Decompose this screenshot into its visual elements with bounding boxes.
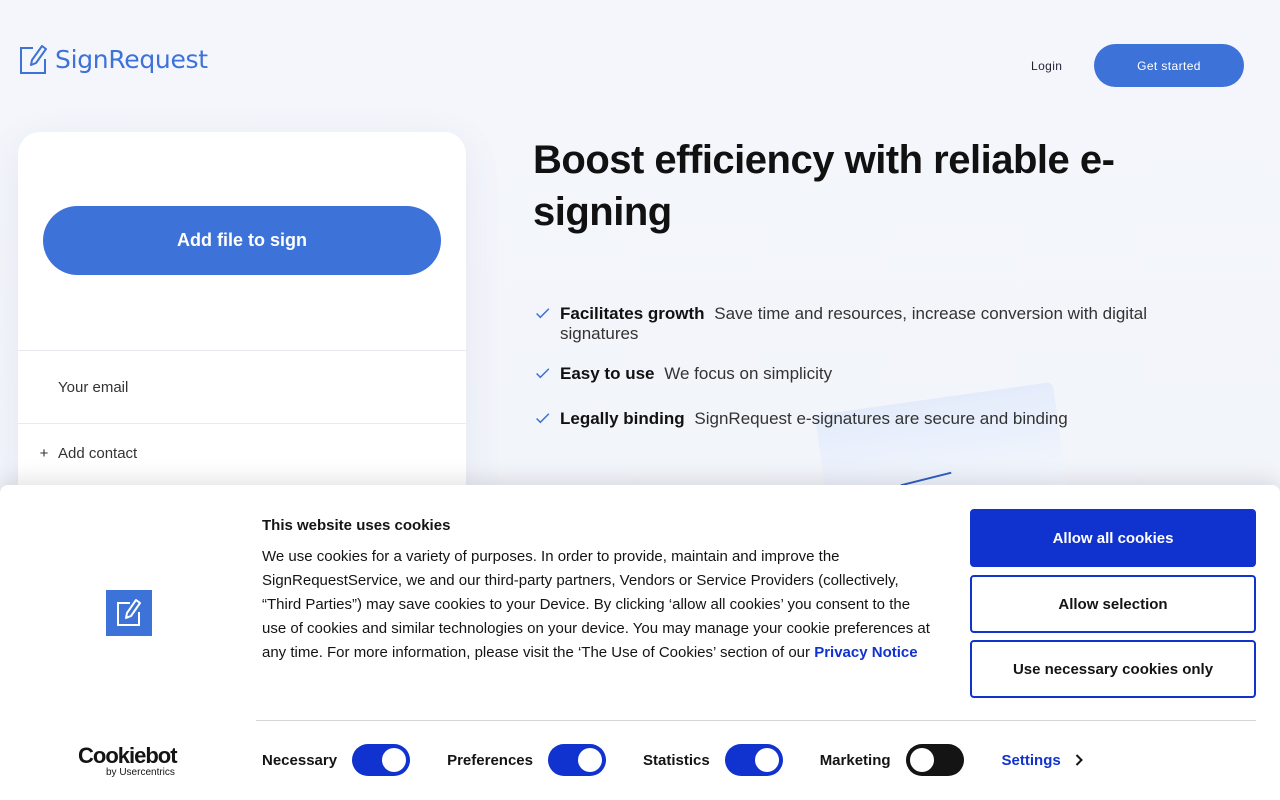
- get-started-button[interactable]: Get started: [1094, 44, 1244, 87]
- cookie-consent-banner: This website uses cookies We use cookies…: [0, 485, 1280, 800]
- privacy-notice-link[interactable]: Privacy Notice: [814, 644, 917, 661]
- check-icon: [536, 413, 550, 424]
- marketing-toggle[interactable]: [905, 744, 964, 776]
- allow-all-cookies-button[interactable]: Allow all cookies: [970, 509, 1256, 567]
- cookiebot-brand: Cookiebot: [78, 743, 178, 768]
- plus-icon: +: [39, 445, 49, 462]
- feature-item: Easy to use We focus on simplicity: [533, 364, 1213, 384]
- cookie-banner-divider: [256, 720, 1256, 721]
- necessary-cookies-only-button[interactable]: Use necessary cookies only: [970, 640, 1256, 698]
- feature-desc: SignRequest e-signatures are secure and …: [694, 409, 1068, 428]
- preferences-toggle[interactable]: [547, 744, 606, 776]
- toggle-label: Preferences: [447, 751, 533, 769]
- feature-title: Facilitates growth: [560, 304, 705, 323]
- feature-title: Legally binding: [560, 409, 685, 428]
- hero-title: Boost efficiency with reliable e-signing: [533, 138, 1115, 234]
- feature-desc: We focus on simplicity: [664, 364, 833, 383]
- toggle-statistics: Statistics: [643, 744, 783, 776]
- check-icon: [536, 308, 550, 319]
- feature-title: Easy to use: [560, 364, 655, 383]
- toggle-label: Marketing: [819, 751, 891, 769]
- toggle-marketing: Marketing: [820, 744, 964, 776]
- upload-card: Add file to sign + Add contact: [18, 132, 466, 512]
- necessary-toggle[interactable]: [352, 744, 411, 776]
- site-logo-icon: [106, 590, 152, 636]
- cookiebot-logo[interactable]: Cookiebot by Usercentrics: [78, 743, 178, 778]
- toggle-necessary: Necessary: [262, 744, 411, 776]
- toggle-knob: [754, 748, 779, 772]
- allow-selection-button[interactable]: Allow selection: [970, 575, 1256, 633]
- feature-item: Facilitates growth Save time and resourc…: [533, 304, 1213, 344]
- statistics-toggle[interactable]: [724, 744, 783, 776]
- settings-label: Settings: [1001, 751, 1061, 769]
- logo-text: SignRequest: [55, 44, 208, 74]
- chevron-right-icon: [1075, 754, 1083, 766]
- card-divider: [18, 423, 466, 424]
- toggle-knob: [382, 748, 407, 772]
- check-icon: [536, 368, 550, 379]
- toggle-knob: [909, 748, 934, 772]
- cookie-banner-text: We use cookies for a variety of purposes…: [262, 545, 932, 665]
- email-field[interactable]: [18, 351, 466, 423]
- toggle-label: Necessary: [262, 751, 338, 769]
- toggle-preferences: Preferences: [447, 744, 606, 776]
- logo-pen-icon: [20, 45, 47, 74]
- settings-link[interactable]: Settings: [1002, 752, 1083, 769]
- cookiebot-sub: by Usercentrics: [106, 767, 175, 778]
- cookie-banner-title: This website uses cookies: [262, 517, 451, 534]
- signrequest-logo[interactable]: SignRequest: [19, 43, 208, 75]
- add-contact-button[interactable]: + Add contact: [39, 445, 138, 462]
- login-link[interactable]: Login: [1031, 59, 1062, 73]
- feature-list: Facilitates growth Save time and resourc…: [533, 304, 1213, 449]
- toggle-knob: [577, 748, 602, 772]
- cookie-toggles: Necessary Preferences Statistics Marketi…: [262, 744, 1083, 776]
- add-contact-label: Add contact: [58, 445, 138, 462]
- add-file-button[interactable]: Add file to sign: [43, 206, 441, 275]
- toggle-label: Statistics: [642, 751, 710, 769]
- feature-item: Legally binding SignRequest e-signatures…: [533, 409, 1213, 429]
